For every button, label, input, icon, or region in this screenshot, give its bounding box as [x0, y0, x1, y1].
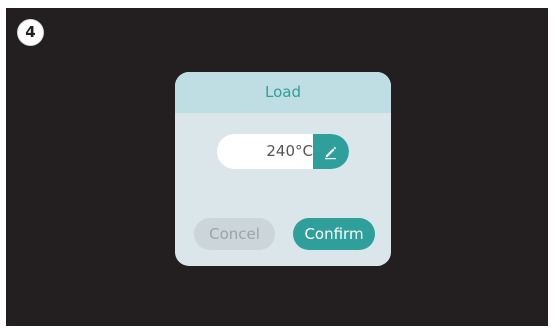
step-number-badge: 4	[18, 20, 43, 45]
device-screen: 4 Load 240°C Concel Confirm	[6, 8, 548, 326]
cancel-button[interactable]: Concel	[194, 218, 275, 250]
temperature-field: 240°C	[217, 134, 349, 169]
edit-temperature-button[interactable]	[313, 134, 349, 169]
temperature-value: 240°C	[266, 142, 313, 160]
load-dialog: Load 240°C Concel Confirm	[175, 72, 391, 266]
confirm-button[interactable]: Confirm	[293, 218, 375, 250]
pencil-icon	[325, 146, 337, 160]
dialog-title: Load	[175, 72, 391, 113]
